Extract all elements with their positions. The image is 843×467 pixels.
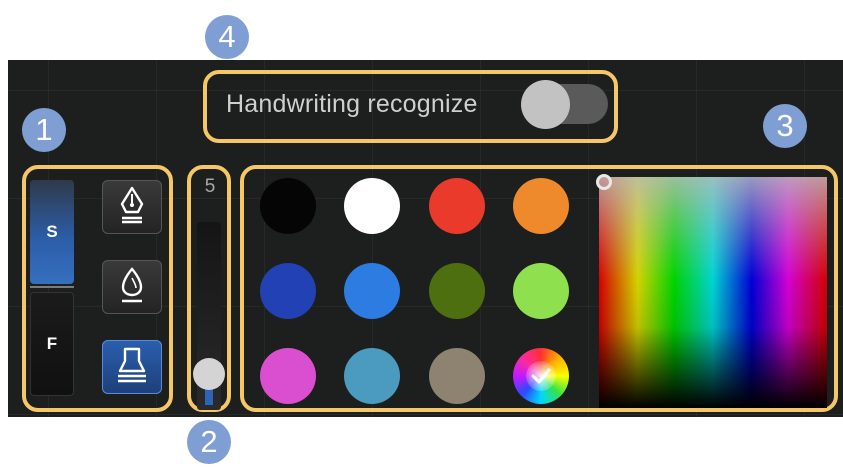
color-swatch[interactable] xyxy=(260,178,316,234)
callout-badge-4: 4 xyxy=(205,15,249,59)
highlighter-button[interactable] xyxy=(102,340,162,394)
color-swatch[interactable] xyxy=(260,348,316,404)
mode-divider xyxy=(30,286,74,288)
color-swatch[interactable] xyxy=(429,178,485,234)
color-swatch[interactable] xyxy=(344,178,400,234)
brush-pen-button[interactable] xyxy=(102,260,162,314)
callout-badge-3: 3 xyxy=(763,104,807,148)
color-swatch[interactable] xyxy=(513,263,569,319)
callout-badge-2: 2 xyxy=(187,420,231,464)
color-swatch[interactable] xyxy=(344,263,400,319)
handwriting-recognize-label: Handwriting recognize xyxy=(226,90,478,118)
size-slider-handle[interactable] xyxy=(193,357,225,390)
fountain-pen-icon xyxy=(118,186,146,229)
fountain-pen-button[interactable] xyxy=(102,180,162,234)
brush-pen-icon xyxy=(118,266,146,309)
color-wheel-check-icon xyxy=(526,361,556,391)
fill-mode-button[interactable]: F xyxy=(30,292,74,396)
spectrum-cursor[interactable] xyxy=(596,174,612,190)
callout-badge-1: 1 xyxy=(22,108,66,152)
color-spectrum-picker[interactable] xyxy=(599,177,827,408)
color-swatch[interactable] xyxy=(513,178,569,234)
custom-color-button[interactable] xyxy=(513,348,569,404)
color-swatch[interactable] xyxy=(344,348,400,404)
color-swatch[interactable] xyxy=(429,348,485,404)
size-value: 5 xyxy=(204,176,216,197)
highlighter-icon xyxy=(115,345,149,390)
stroke-mode-button[interactable]: S xyxy=(30,180,74,284)
color-swatch[interactable] xyxy=(260,263,316,319)
handwriting-toggle-knob[interactable] xyxy=(521,80,570,129)
color-swatch[interactable] xyxy=(429,263,485,319)
